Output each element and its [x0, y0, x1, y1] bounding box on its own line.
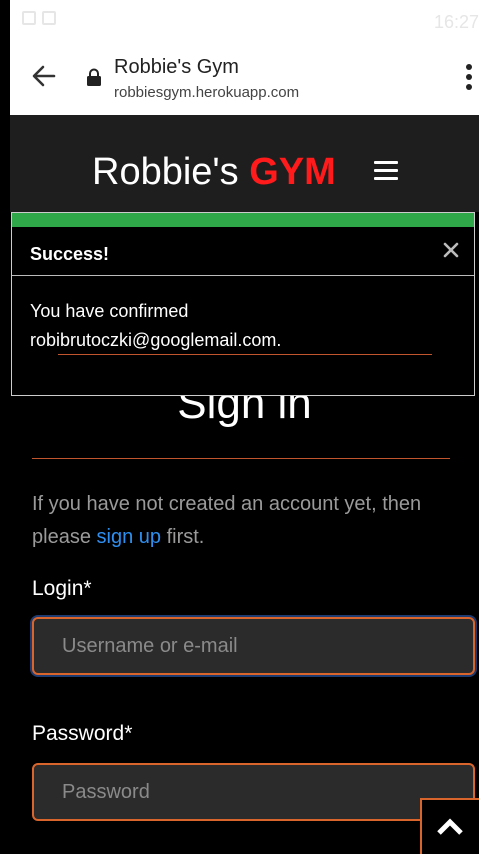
chevron-up-icon: [437, 818, 463, 835]
signup-prompt-end: first.: [166, 526, 205, 548]
close-icon[interactable]: [442, 241, 460, 259]
title-divider: [32, 458, 450, 459]
status-time: 16:27: [433, 12, 479, 32]
signup-prompt: If you have not created an account yet, …: [32, 488, 462, 554]
alert-message-line: You have confirmed: [30, 301, 189, 321]
signup-link[interactable]: sign up: [97, 526, 162, 548]
password-label: Password*: [32, 722, 133, 745]
scroll-to-top-button[interactable]: [420, 798, 479, 854]
login-input[interactable]: [32, 617, 475, 675]
lock-icon: [87, 68, 101, 86]
alert-message: You have confirmed robibrutoczki@googlem…: [30, 297, 430, 355]
success-alert: Success! You have confirmed robibrutoczk…: [11, 212, 475, 396]
browser-page-title: Robbie's Gym: [114, 56, 239, 78]
alert-status-bar: [12, 213, 474, 227]
alert-underline: [58, 354, 432, 355]
brand-name: Robbie's: [92, 151, 239, 193]
alert-message-email: robibrutoczki@googlemail.com.: [30, 330, 282, 350]
browser-toolbar: Robbie's Gym robbiesgym.herokuapp.com: [10, 40, 479, 115]
password-input[interactable]: [32, 763, 475, 821]
alert-title: Success!: [30, 244, 110, 264]
arrow-left-icon[interactable]: [30, 62, 58, 90]
site-logo[interactable]: Robbie's GYM: [92, 151, 336, 194]
signup-prompt-text: If you have not created an account yet, …: [32, 493, 422, 548]
login-label: Login*: [32, 577, 92, 600]
hamburger-icon[interactable]: [374, 161, 398, 181]
site-header: Robbie's GYM: [10, 115, 479, 212]
notification-icon: [22, 11, 36, 25]
alert-divider: [12, 275, 474, 276]
browser-url[interactable]: robbiesgym.herokuapp.com: [114, 84, 299, 101]
status-bar: 16:27: [10, 0, 479, 40]
kebab-menu-icon[interactable]: [465, 64, 473, 94]
app-frame: 16:27 Robbie's Gym robbiesgym.herokuapp.…: [10, 0, 479, 854]
image-notification-icon: [42, 11, 56, 25]
brand-accent: GYM: [249, 151, 336, 193]
